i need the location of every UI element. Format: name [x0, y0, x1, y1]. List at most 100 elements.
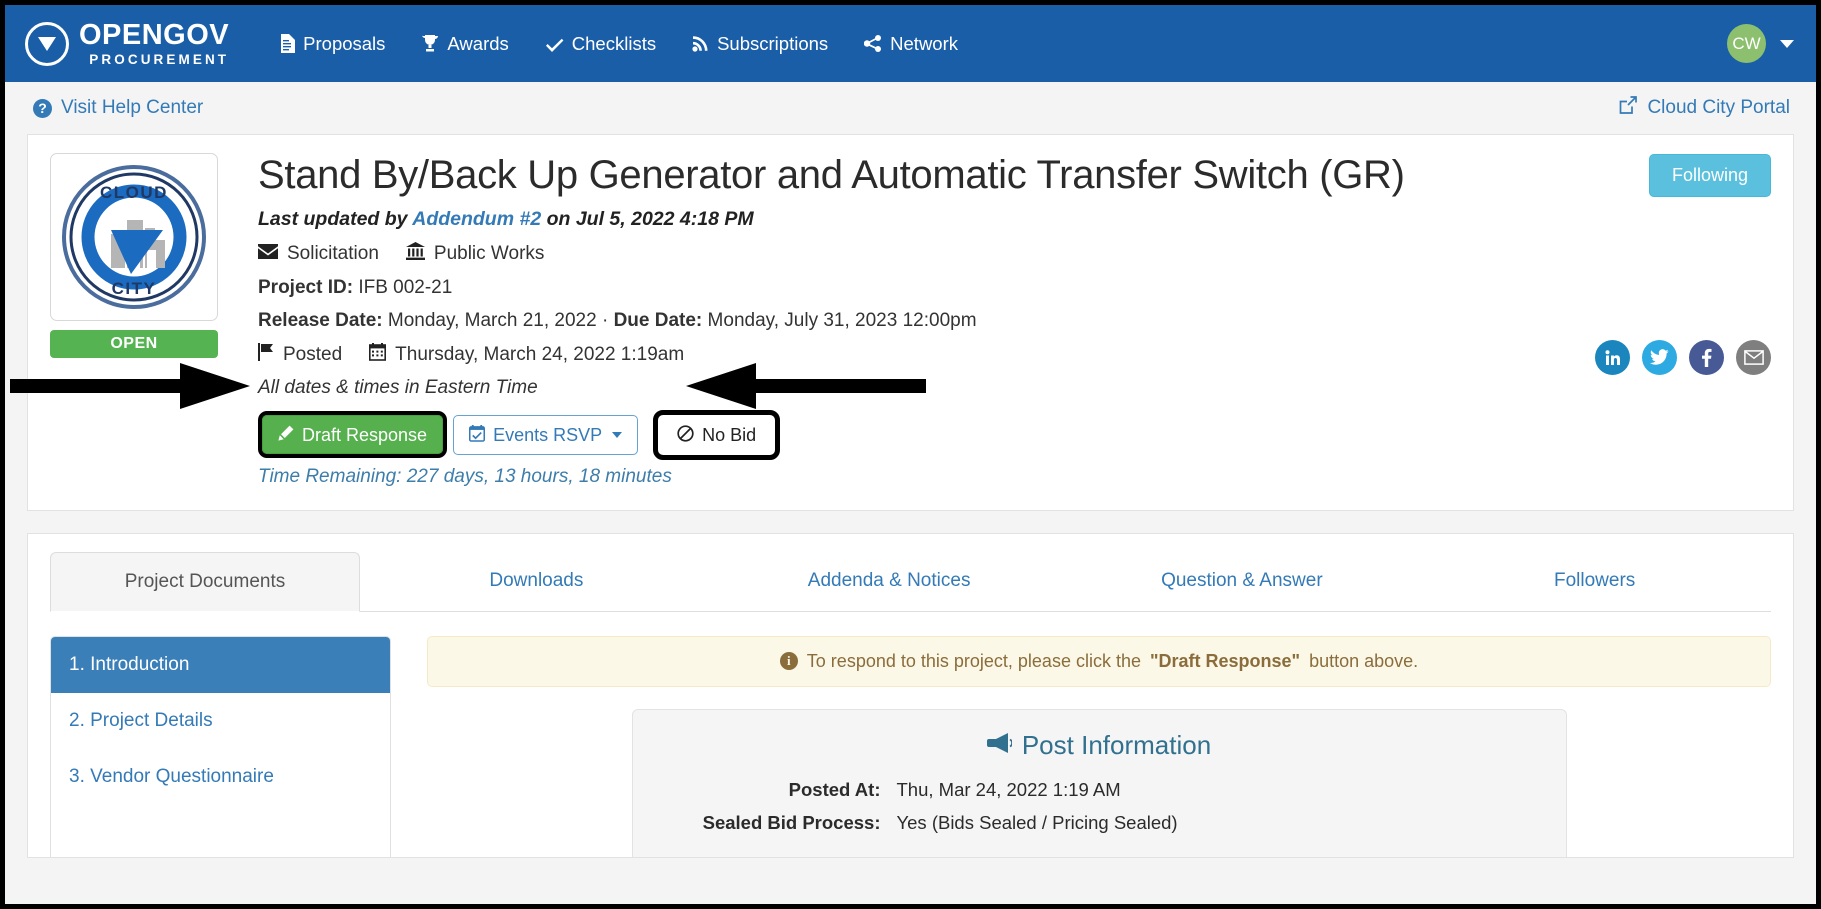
flag-icon	[258, 342, 274, 367]
project-info-column: Stand By/Back Up Generator and Automatic…	[244, 153, 1771, 488]
action-button-row: Draft Response Events RSVP No Bid	[257, 409, 1771, 460]
cloud-city-seal-icon: CLOUD CITY	[62, 165, 206, 309]
nav-label: Subscriptions	[717, 32, 829, 54]
posted-at-value: Thu, Mar 24, 2022 1:19 AM	[896, 778, 1121, 800]
social-share-row	[1595, 340, 1771, 375]
last-updated-line: Last updated by Addendum #2 on Jul 5, 20…	[258, 208, 1771, 231]
sidebar-item-vendor-questionnaire[interactable]: 3. Vendor Questionnaire	[51, 748, 390, 805]
nav-label: Network	[890, 32, 959, 54]
nav-item-awards[interactable]: Awards	[403, 23, 526, 65]
sidebar-item-project-details[interactable]: 2. Project Details	[51, 692, 390, 749]
question-mark-icon: ?	[33, 98, 52, 118]
tab-question-answer[interactable]: Question & Answer	[1066, 552, 1419, 611]
status-badge: OPEN	[50, 330, 218, 358]
visit-help-center-link[interactable]: ? Visit Help Center	[33, 97, 203, 119]
brand-subtitle: PROCUREMENT	[89, 51, 230, 67]
project-type-label: Solicitation	[287, 242, 379, 264]
opengov-mark-icon	[25, 21, 69, 66]
calendar-check-icon	[469, 424, 486, 445]
browser-screenshot: OPENGOV PROCUREMENT Proposals Awards Che…	[0, 0, 1821, 909]
no-bid-label: No Bid	[702, 424, 757, 445]
tab-bar: Project Documents Downloads Addenda & No…	[50, 551, 1771, 612]
timezone-note: All dates & times in Eastern Time	[258, 376, 538, 398]
nav-right-group: CW	[1727, 24, 1794, 63]
sealed-bid-process-label: Sealed Bid Process:	[702, 811, 881, 833]
posted-value: Thursday, March 24, 2022 1:19am	[395, 343, 685, 365]
tab-followers[interactable]: Followers	[1418, 552, 1771, 611]
nav-item-proposals[interactable]: Proposals	[261, 23, 403, 65]
avatar[interactable]: CW	[1727, 24, 1766, 63]
trophy-icon	[421, 34, 439, 53]
sealed-bid-process-value: Yes (Bids Sealed / Pricing Sealed)	[896, 811, 1178, 833]
due-date-value: Monday, July 31, 2023 12:00pm	[707, 309, 977, 331]
dates-row: Release Date: Monday, March 21, 2022 · D…	[258, 310, 1771, 332]
rss-icon	[692, 35, 709, 52]
pencil-icon	[278, 425, 294, 444]
help-label: Visit Help Center	[61, 97, 204, 118]
table-row: Posted At: Thu, Mar 24, 2022 1:19 AM	[657, 779, 1542, 801]
email-icon[interactable]	[1736, 340, 1771, 375]
linkedin-icon[interactable]	[1595, 340, 1630, 375]
time-remaining: Time Remaining: 227 days, 13 hours, 18 m…	[258, 465, 672, 487]
post-information-title: Post Information	[657, 730, 1542, 761]
nav-item-subscriptions[interactable]: Subscriptions	[674, 23, 846, 65]
post-information-label: Post Information	[1021, 729, 1212, 760]
nav-label: Proposals	[303, 32, 386, 54]
tab-project-documents[interactable]: Project Documents	[50, 551, 360, 612]
bank-icon	[405, 241, 425, 266]
brand-name: OPENGOV	[79, 18, 230, 51]
page-title: Stand By/Back Up Generator and Automatic…	[258, 153, 1405, 197]
calendar-icon	[369, 342, 387, 367]
posted-label: Posted	[283, 343, 343, 365]
release-date-value: Monday, March 21, 2022	[387, 309, 597, 331]
draft-response-alert: i To respond to this project, please cli…	[427, 635, 1771, 687]
nav-links: Proposals Awards Checklists Subscription…	[261, 23, 976, 65]
help-bar: ? Visit Help Center Cloud City Portal	[5, 82, 1816, 134]
no-bid-button[interactable]: No Bid	[653, 409, 781, 460]
posted-at-label: Posted At:	[788, 778, 881, 800]
draft-response-button[interactable]: Draft Response	[257, 411, 448, 459]
opengov-logo[interactable]: OPENGOV PROCUREMENT	[25, 18, 230, 67]
tab-addenda-notices[interactable]: Addenda & Notices	[713, 552, 1066, 611]
post-information-panel: Post Information Posted At: Thu, Mar 24,…	[631, 708, 1567, 857]
tab-panel: 1. Introduction 2. Project Details 3. Ve…	[50, 612, 1771, 857]
ban-icon	[677, 425, 694, 445]
project-type-row: Solicitation Public Works	[258, 241, 1771, 266]
svg-text:CLOUD: CLOUD	[100, 183, 168, 202]
portal-label: Cloud City Portal	[1647, 97, 1790, 118]
post-information-rows: Posted At: Thu, Mar 24, 2022 1:19 AM Sea…	[657, 779, 1542, 834]
info-icon: i	[779, 652, 798, 671]
nav-item-checklists[interactable]: Checklists	[527, 23, 674, 65]
department-label: Public Works	[433, 242, 545, 264]
bullhorn-icon	[986, 730, 1013, 761]
organization-logo: CLOUD CITY	[50, 153, 218, 321]
project-tabs-card: Project Documents Downloads Addenda & No…	[27, 532, 1794, 858]
top-navbar: OPENGOV PROCUREMENT Proposals Awards Che…	[5, 5, 1816, 82]
due-date-label: Due Date:	[613, 309, 703, 331]
cloud-city-portal-link[interactable]: Cloud City Portal	[1619, 95, 1790, 121]
table-row: Sealed Bid Process: Yes (Bids Sealed / P…	[657, 812, 1542, 834]
external-link-icon	[1619, 95, 1638, 121]
svg-text:CITY: CITY	[112, 279, 157, 298]
document-icon	[279, 34, 296, 53]
facebook-icon[interactable]	[1689, 340, 1724, 375]
addendum-link[interactable]: Addendum #2	[412, 208, 541, 230]
events-rsvp-label: Events RSVP	[493, 424, 603, 445]
tab-downloads[interactable]: Downloads	[360, 552, 713, 611]
project-id-value: IFB 002-21	[358, 276, 453, 298]
nav-item-network[interactable]: Network	[846, 23, 976, 65]
following-button[interactable]: Following	[1648, 154, 1771, 197]
twitter-icon[interactable]	[1642, 340, 1677, 375]
check-icon	[545, 36, 564, 52]
last-updated-suffix: on Jul 5, 2022 4:18 PM	[546, 207, 754, 230]
events-rsvp-button[interactable]: Events RSVP	[453, 414, 639, 455]
chevron-down-icon[interactable]	[1780, 39, 1794, 48]
nav-label: Checklists	[571, 32, 657, 54]
posted-row: Posted Thursday, March 24, 2022 1:19am	[258, 342, 1771, 367]
last-updated-prefix: Last updated by	[258, 207, 408, 230]
sidebar-item-introduction[interactable]: 1. Introduction	[51, 636, 390, 693]
envelope-icon	[258, 243, 278, 265]
project-id-row: Project ID: IFB 002-21	[258, 277, 1771, 299]
draft-response-label: Draft Response	[302, 424, 428, 445]
alert-text-before: To respond to this project, please click…	[806, 650, 1141, 671]
